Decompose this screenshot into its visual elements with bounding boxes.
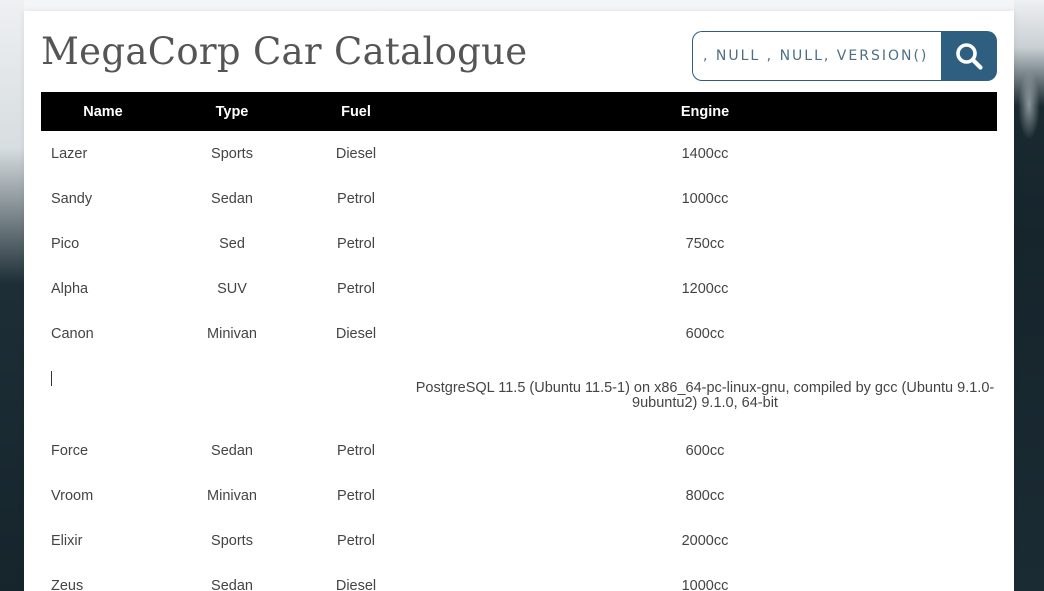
cell-name: Zeus (51, 577, 84, 591)
cell-name: Lazer (51, 145, 88, 162)
cell-fuel: Petrol (337, 487, 375, 504)
cell-type: Sports (211, 145, 253, 162)
cell-type: Minivan (207, 325, 257, 342)
cell-type: Sedan (211, 442, 253, 459)
cell-fuel: Petrol (337, 280, 375, 297)
cell-type: SUV (217, 280, 247, 297)
search-input[interactable] (692, 31, 942, 81)
column-header-fuel: Fuel (341, 103, 371, 120)
cell-engine: 800cc (685, 487, 725, 504)
cell-type: Sed (219, 235, 245, 252)
table-row: Sandy Sedan Petrol 1000cc (41, 176, 997, 221)
cell-type (165, 356, 299, 428)
cell-name: Canon (51, 325, 94, 342)
cell-fuel (299, 356, 413, 428)
table-row: Lazer Sports Diesel 1400cc (41, 131, 997, 176)
cell-name: Elixir (51, 532, 83, 549)
column-header-engine: Engine (680, 103, 730, 120)
cell-name: Force (51, 442, 89, 459)
cell-engine-version: PostgreSQL 11.5 (Ubuntu 11.5-1) on x86_6… (415, 380, 995, 411)
cell-fuel: Petrol (337, 235, 375, 252)
cell-engine: 1000cc (681, 577, 729, 591)
column-header-name: Name (83, 103, 123, 120)
cell-fuel: Diesel (335, 577, 377, 591)
cell-name: Pico (51, 235, 80, 252)
table-row: Zeus Sedan Diesel 1000cc (41, 563, 997, 591)
table-row: Pico Sed Petrol 750cc (41, 221, 997, 266)
cell-fuel: Diesel (335, 145, 377, 162)
search-icon (956, 43, 983, 70)
cell-engine: 1400cc (681, 145, 729, 162)
search-button[interactable] (941, 31, 997, 81)
table-row: Vroom Minivan Petrol 800cc (41, 473, 997, 518)
cell-engine: 600cc (685, 325, 725, 342)
cell-type: Sports (211, 532, 253, 549)
background-mountain-right (1014, 0, 1044, 591)
cell-name: Vroom (51, 487, 94, 504)
cell-fuel: Diesel (335, 325, 377, 342)
cell-name: Alpha (51, 280, 89, 297)
table-row: Alpha SUV Petrol 1200cc (41, 266, 997, 311)
table-header: Name Type Fuel Engine (41, 92, 997, 131)
search-form (692, 31, 997, 81)
cell-engine: 1200cc (681, 280, 729, 297)
cell-name: Sandy (51, 190, 93, 207)
cell-engine: 600cc (685, 442, 725, 459)
table-row: Elixir Sports Petrol 2000cc (41, 518, 997, 563)
cell-type: Sedan (211, 190, 253, 207)
text-cursor (51, 370, 52, 386)
cell-name (41, 356, 165, 428)
cell-fuel: Petrol (337, 442, 375, 459)
cell-engine: 1000cc (681, 190, 729, 207)
column-header-type: Type (215, 103, 249, 120)
cell-type: Minivan (207, 487, 257, 504)
table-header-row: Name Type Fuel Engine (41, 92, 997, 131)
table-body: Lazer Sports Diesel 1400cc Sandy Sedan P… (41, 131, 997, 591)
table-row-injected-version: PostgreSQL 11.5 (Ubuntu 11.5-1) on x86_6… (41, 356, 997, 428)
car-table: Name Type Fuel Engine Lazer Sports Diese… (41, 92, 997, 591)
page-title: MegaCorp Car Catalogue (41, 30, 528, 73)
cell-engine: 750cc (685, 235, 725, 252)
table-row: Force Sedan Petrol 600cc (41, 428, 997, 473)
table-row: Canon Minivan Diesel 600cc (41, 311, 997, 356)
cell-fuel: Petrol (337, 190, 375, 207)
cell-engine: 2000cc (681, 532, 729, 549)
cell-fuel: Petrol (337, 532, 375, 549)
catalogue-card: MegaCorp Car Catalogue Name Type Fuel En… (24, 11, 1014, 591)
background-mountain-left (0, 0, 24, 591)
cell-type: Sedan (211, 577, 253, 591)
